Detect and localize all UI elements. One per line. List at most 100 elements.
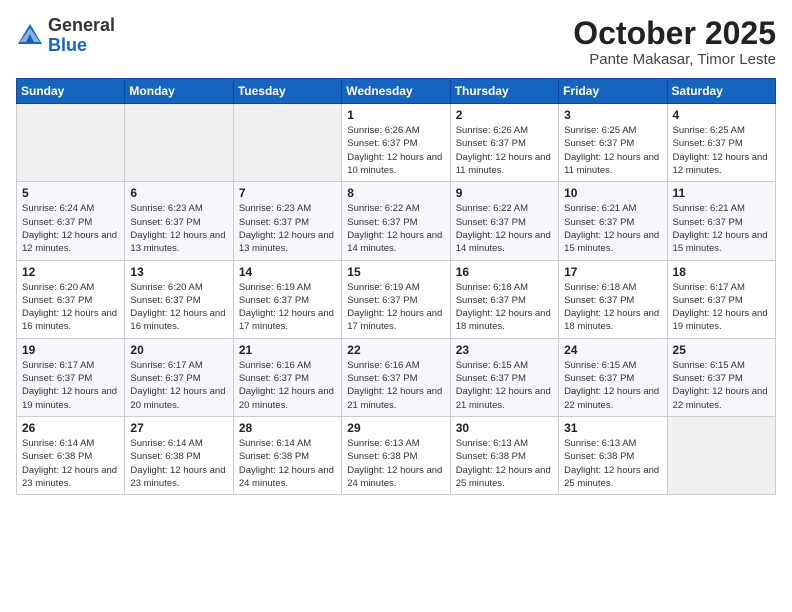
day-info: Sunrise: 6:14 AM Sunset: 6:38 PM Dayligh… <box>239 437 336 490</box>
calendar-week-row: 12 Sunrise: 6:20 AM Sunset: 6:37 PM Dayli… <box>17 260 776 338</box>
day-number: 15 <box>347 265 444 279</box>
day-info: Sunrise: 6:16 AM Sunset: 6:37 PM Dayligh… <box>347 359 444 412</box>
calendar-cell: 6 Sunrise: 6:23 AM Sunset: 6:37 PM Daylig… <box>125 182 233 260</box>
day-number: 10 <box>564 186 661 200</box>
day-number: 27 <box>130 421 227 435</box>
day-number: 12 <box>22 265 119 279</box>
day-info: Sunrise: 6:20 AM Sunset: 6:37 PM Dayligh… <box>22 281 119 334</box>
calendar-cell: 19 Sunrise: 6:17 AM Sunset: 6:37 PM Dayli… <box>17 338 125 416</box>
calendar-cell: 26 Sunrise: 6:14 AM Sunset: 6:38 PM Dayli… <box>17 416 125 494</box>
day-info: Sunrise: 6:23 AM Sunset: 6:37 PM Dayligh… <box>130 202 227 255</box>
day-info: Sunrise: 6:26 AM Sunset: 6:37 PM Dayligh… <box>347 124 444 177</box>
calendar-header-row: SundayMondayTuesdayWednesdayThursdayFrid… <box>17 79 776 104</box>
calendar-week-row: 1 Sunrise: 6:26 AM Sunset: 6:37 PM Daylig… <box>17 104 776 182</box>
day-info: Sunrise: 6:21 AM Sunset: 6:37 PM Dayligh… <box>673 202 770 255</box>
calendar-cell: 8Sunrise: 6:22 AM Sunset: 6:37 PM Daylig… <box>342 182 450 260</box>
day-info: Sunrise: 6:22 AM Sunset: 6:37 PM Dayligh… <box>456 202 553 255</box>
calendar-cell: 1 Sunrise: 6:26 AM Sunset: 6:37 PM Daylig… <box>342 104 450 182</box>
page-header: General Blue October 2025 Pante Makasar,… <box>16 16 776 68</box>
day-number: 29 <box>347 421 444 435</box>
weekday-header: Friday <box>559 79 667 104</box>
day-info: Sunrise: 6:25 AM Sunset: 6:37 PM Dayligh… <box>673 124 770 177</box>
day-number: 22 <box>347 343 444 357</box>
day-number: 23 <box>456 343 553 357</box>
day-number: 19 <box>22 343 119 357</box>
day-info: Sunrise: 6:13 AM Sunset: 6:38 PM Dayligh… <box>456 437 553 490</box>
calendar-cell: 23 Sunrise: 6:15 AM Sunset: 6:37 PM Dayli… <box>450 338 558 416</box>
calendar-cell: 7Sunrise: 6:23 AM Sunset: 6:37 PM Daylig… <box>233 182 341 260</box>
calendar-cell: 15Sunrise: 6:19 AM Sunset: 6:37 PM Dayli… <box>342 260 450 338</box>
month-title: October 2025 <box>573 16 776 51</box>
day-info: Sunrise: 6:24 AM Sunset: 6:37 PM Dayligh… <box>22 202 119 255</box>
calendar-table: SundayMondayTuesdayWednesdayThursdayFrid… <box>16 78 776 495</box>
day-number: 30 <box>456 421 553 435</box>
day-info: Sunrise: 6:17 AM Sunset: 6:37 PM Dayligh… <box>673 281 770 334</box>
location-text: Pante Makasar, Timor Leste <box>573 51 776 68</box>
calendar-cell: 17Sunrise: 6:18 AM Sunset: 6:37 PM Dayli… <box>559 260 667 338</box>
day-number: 25 <box>673 343 770 357</box>
calendar-cell: 25 Sunrise: 6:15 AM Sunset: 6:37 PM Dayli… <box>667 338 775 416</box>
weekday-header: Saturday <box>667 79 775 104</box>
calendar-cell <box>233 104 341 182</box>
logo: General Blue <box>16 16 115 56</box>
calendar-cell: 3Sunrise: 6:25 AM Sunset: 6:37 PM Daylig… <box>559 104 667 182</box>
calendar-cell: 14 Sunrise: 6:19 AM Sunset: 6:37 PM Dayli… <box>233 260 341 338</box>
calendar-cell: 31Sunrise: 6:13 AM Sunset: 6:38 PM Dayli… <box>559 416 667 494</box>
day-number: 21 <box>239 343 336 357</box>
calendar-cell: 22 Sunrise: 6:16 AM Sunset: 6:37 PM Dayli… <box>342 338 450 416</box>
calendar-cell: 27 Sunrise: 6:14 AM Sunset: 6:38 PM Dayli… <box>125 416 233 494</box>
day-number: 5 <box>22 186 119 200</box>
day-number: 14 <box>239 265 336 279</box>
calendar-cell: 29 Sunrise: 6:13 AM Sunset: 6:38 PM Dayli… <box>342 416 450 494</box>
day-number: 6 <box>130 186 227 200</box>
day-info: Sunrise: 6:15 AM Sunset: 6:37 PM Dayligh… <box>673 359 770 412</box>
calendar-cell: 30 Sunrise: 6:13 AM Sunset: 6:38 PM Dayli… <box>450 416 558 494</box>
day-number: 11 <box>673 186 770 200</box>
day-info: Sunrise: 6:17 AM Sunset: 6:37 PM Dayligh… <box>130 359 227 412</box>
day-number: 26 <box>22 421 119 435</box>
day-info: Sunrise: 6:18 AM Sunset: 6:37 PM Dayligh… <box>456 281 553 334</box>
calendar-cell: 11 Sunrise: 6:21 AM Sunset: 6:37 PM Dayli… <box>667 182 775 260</box>
day-info: Sunrise: 6:13 AM Sunset: 6:38 PM Dayligh… <box>347 437 444 490</box>
logo-blue-text: Blue <box>48 35 87 55</box>
calendar-cell: 16 Sunrise: 6:18 AM Sunset: 6:37 PM Dayli… <box>450 260 558 338</box>
day-number: 13 <box>130 265 227 279</box>
calendar-cell: 18Sunrise: 6:17 AM Sunset: 6:37 PM Dayli… <box>667 260 775 338</box>
day-info: Sunrise: 6:21 AM Sunset: 6:37 PM Dayligh… <box>564 202 661 255</box>
day-info: Sunrise: 6:15 AM Sunset: 6:37 PM Dayligh… <box>456 359 553 412</box>
weekday-header: Sunday <box>17 79 125 104</box>
day-number: 2 <box>456 108 553 122</box>
calendar-cell <box>125 104 233 182</box>
day-number: 20 <box>130 343 227 357</box>
day-number: 1 <box>347 108 444 122</box>
calendar-cell: 5 Sunrise: 6:24 AM Sunset: 6:37 PM Daylig… <box>17 182 125 260</box>
day-info: Sunrise: 6:13 AM Sunset: 6:38 PM Dayligh… <box>564 437 661 490</box>
day-number: 3 <box>564 108 661 122</box>
day-info: Sunrise: 6:15 AM Sunset: 6:37 PM Dayligh… <box>564 359 661 412</box>
logo-general-text: General <box>48 15 115 35</box>
calendar-cell: 21Sunrise: 6:16 AM Sunset: 6:37 PM Dayli… <box>233 338 341 416</box>
calendar-week-row: 26 Sunrise: 6:14 AM Sunset: 6:38 PM Dayli… <box>17 416 776 494</box>
weekday-header: Monday <box>125 79 233 104</box>
calendar-week-row: 19 Sunrise: 6:17 AM Sunset: 6:37 PM Dayli… <box>17 338 776 416</box>
day-info: Sunrise: 6:20 AM Sunset: 6:37 PM Dayligh… <box>130 281 227 334</box>
logo-icon <box>16 22 44 50</box>
calendar-cell: 10 Sunrise: 6:21 AM Sunset: 6:37 PM Dayli… <box>559 182 667 260</box>
day-number: 24 <box>564 343 661 357</box>
day-info: Sunrise: 6:22 AM Sunset: 6:37 PM Dayligh… <box>347 202 444 255</box>
calendar-cell <box>17 104 125 182</box>
calendar-cell: 24 Sunrise: 6:15 AM Sunset: 6:37 PM Dayli… <box>559 338 667 416</box>
day-info: Sunrise: 6:14 AM Sunset: 6:38 PM Dayligh… <box>22 437 119 490</box>
day-info: Sunrise: 6:14 AM Sunset: 6:38 PM Dayligh… <box>130 437 227 490</box>
day-info: Sunrise: 6:19 AM Sunset: 6:37 PM Dayligh… <box>239 281 336 334</box>
day-info: Sunrise: 6:18 AM Sunset: 6:37 PM Dayligh… <box>564 281 661 334</box>
day-number: 28 <box>239 421 336 435</box>
calendar-cell: 20 Sunrise: 6:17 AM Sunset: 6:37 PM Dayli… <box>125 338 233 416</box>
calendar-cell: 13 Sunrise: 6:20 AM Sunset: 6:37 PM Dayli… <box>125 260 233 338</box>
calendar-cell: 2Sunrise: 6:26 AM Sunset: 6:37 PM Daylig… <box>450 104 558 182</box>
day-number: 16 <box>456 265 553 279</box>
title-block: October 2025 Pante Makasar, Timor Leste <box>573 16 776 68</box>
calendar-cell: 28 Sunrise: 6:14 AM Sunset: 6:38 PM Dayli… <box>233 416 341 494</box>
calendar-week-row: 5 Sunrise: 6:24 AM Sunset: 6:37 PM Daylig… <box>17 182 776 260</box>
day-info: Sunrise: 6:17 AM Sunset: 6:37 PM Dayligh… <box>22 359 119 412</box>
